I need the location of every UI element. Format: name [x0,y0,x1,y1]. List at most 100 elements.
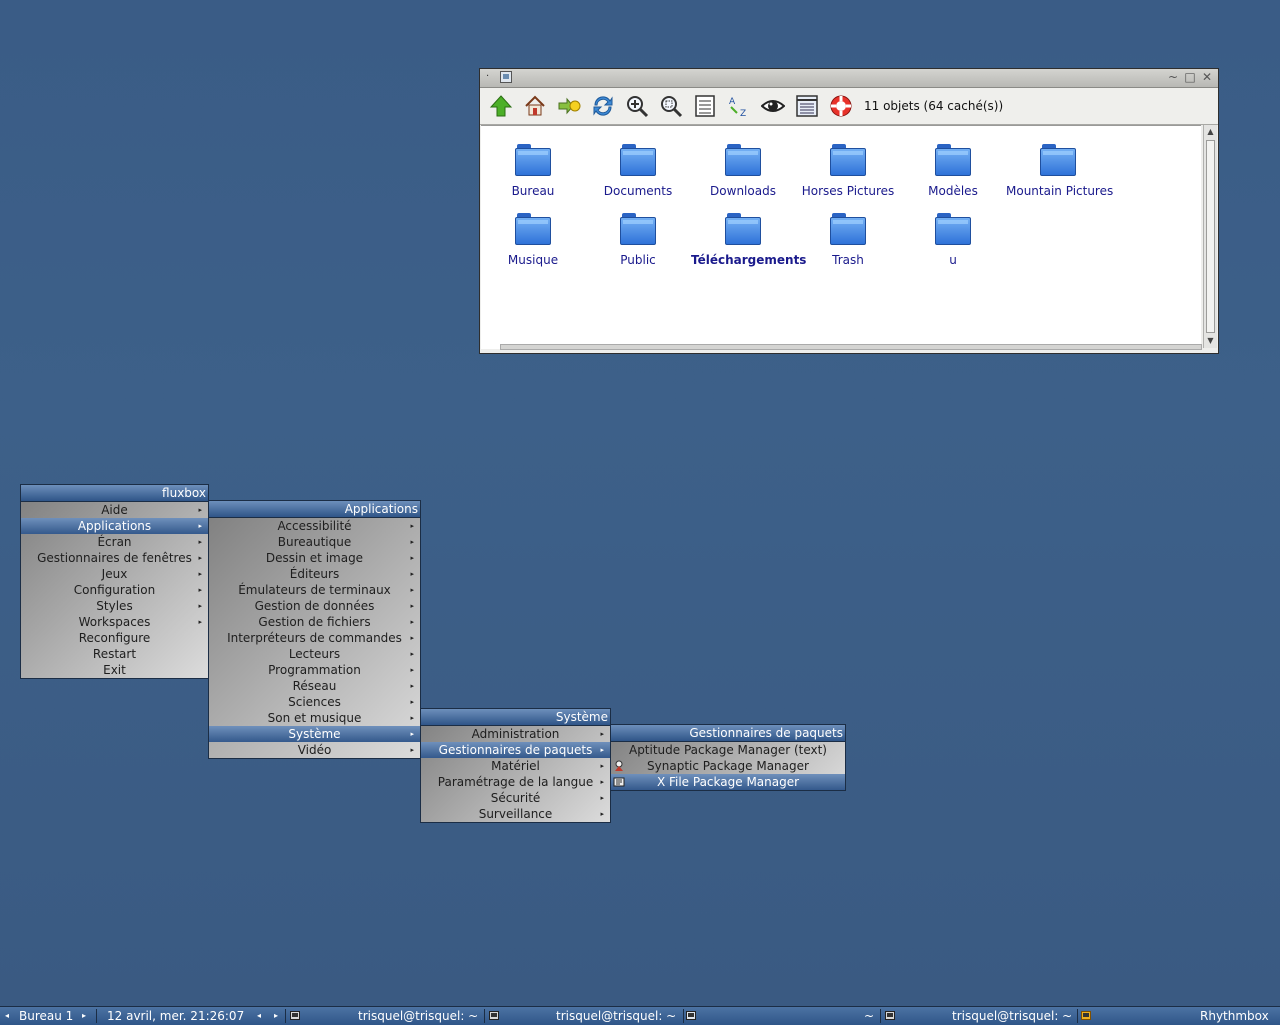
submenu-arrow-icon: ▸ [198,522,202,530]
applications-menu-item[interactable]: Réseau ▸ [209,678,420,694]
submenu-arrow-icon: ▸ [410,602,414,610]
zoom-in-button[interactable] [622,92,652,120]
home-button[interactable] [520,92,550,120]
svg-text:Z: Z [740,109,746,118]
folder-item[interactable]: u [901,213,1005,267]
show-hidden-icon [761,100,785,112]
folder-item[interactable]: Trash [796,213,900,267]
task-terminal-3[interactable]: trisquel@trisquel: ~ [881,1007,1077,1025]
applications-menu-item[interactable]: Éditeurs ▸ [209,566,420,582]
go-to-button[interactable] [554,92,584,120]
package-menu-item[interactable]: Aptitude Package Manager (text) [611,742,845,758]
window-menu-button[interactable]: · [486,71,489,82]
applications-menu-item[interactable]: Émulateurs de terminaux ▸ [209,582,420,598]
menu-item-label: Dessin et image [265,551,364,565]
root-menu-item[interactable]: Gestionnaires de fenêtres ▸ [21,550,208,566]
zoom-fit-button[interactable] [656,92,686,120]
applications-menu-item[interactable]: Programmation ▸ [209,662,420,678]
folder-item[interactable]: Bureau [481,144,585,198]
folder-item[interactable]: Public [586,213,690,267]
applications-menu-item[interactable]: Gestion de données ▸ [209,598,420,614]
sort-button[interactable]: AZ [724,92,754,120]
task-terminal-2[interactable]: trisquel@trisquel: ~ [485,1007,683,1025]
task-label: trisquel@trisquel: ~ [556,1009,677,1023]
applications-menu-item[interactable]: Son et musique ▸ [209,710,420,726]
menu-item-label: Réseau [292,679,337,693]
folder-label: Trash [832,253,864,267]
folder-icon [830,144,866,176]
vertical-scrollbar[interactable]: ▲ ▼ [1203,125,1217,348]
folder-item[interactable]: Downloads [691,144,795,198]
file-list[interactable]: Bureau Documents Downloads Horses Pictures M… [481,125,1201,349]
menu-item-label: Reconfigure [78,631,151,645]
root-menu-item[interactable]: Workspaces ▸ [21,614,208,630]
folder-item[interactable]: Modèles [901,144,1005,198]
horizontal-scrollbar[interactable] [500,344,1202,350]
systeme-menu-item[interactable]: Sécurité ▸ [421,790,610,806]
menu-item-label: Applications [77,519,152,533]
root-menu-item[interactable]: Jeux ▸ [21,566,208,582]
applications-menu-item[interactable]: Vidéo ▸ [209,742,420,758]
root-menu-item[interactable]: Configuration ▸ [21,582,208,598]
package-menu-item[interactable]: Synaptic Package Manager [611,758,845,774]
applications-menu-item[interactable]: Gestion de fichiers ▸ [209,614,420,630]
submenu-arrow-icon: ▸ [410,618,414,626]
scrollbar-thumb[interactable] [1206,140,1215,333]
applications-menu-item[interactable]: Accessibilité ▸ [209,518,420,534]
submenu-arrow-icon: ▸ [410,522,414,530]
root-menu-item[interactable]: Exit [21,662,208,678]
detail-view-icon [796,95,818,117]
systeme-menu-item[interactable]: Surveillance ▸ [421,806,610,822]
list-view-button[interactable] [690,92,720,120]
folder-item[interactable]: Horses Pictures [796,144,900,198]
workspace-name[interactable]: Bureau 1 [19,1007,73,1025]
task-file-manager[interactable]: ~ [684,1007,880,1025]
systeme-menu-item[interactable]: Paramétrage de la langue ▸ [421,774,610,790]
root-menu-item[interactable]: Applications ▸ [21,518,208,534]
root-menu-item[interactable]: Aide ▸ [21,502,208,518]
refresh-button[interactable] [588,92,618,120]
window-prev-button[interactable]: ◂ [257,1007,261,1025]
up-button[interactable] [486,92,516,120]
folder-item[interactable]: Mountain Pictures [1006,144,1113,198]
detail-view-button[interactable] [792,92,822,120]
root-menu-item[interactable]: Styles ▸ [21,598,208,614]
workspace-next-button[interactable]: ▸ [82,1007,86,1025]
window-next-button[interactable]: ▸ [274,1007,278,1025]
task-label: Rhythmbox [1200,1009,1269,1023]
minimize-button[interactable]: ~ [1166,70,1180,84]
scroll-up-arrow[interactable]: ▲ [1204,125,1217,139]
root-menu-item[interactable]: Restart [21,646,208,662]
folder-item[interactable]: Musique [481,213,585,267]
folder-icon [725,144,761,176]
menu-item-label: Gestion de données [254,599,375,613]
scroll-down-arrow[interactable]: ▼ [1204,334,1217,348]
submenu-arrow-icon: ▸ [410,586,414,594]
systeme-menu-item[interactable]: Gestionnaires de paquets ▸ [421,742,610,758]
window-titlebar[interactable]: · ~ □ ✕ [480,69,1218,88]
root-menu-item[interactable]: Reconfigure [21,630,208,646]
applications-menu-item[interactable]: Interpréteurs de commandes ▸ [209,630,420,646]
submenu-arrow-icon: ▸ [410,730,414,738]
applications-menu-item[interactable]: Sciences ▸ [209,694,420,710]
close-button[interactable]: ✕ [1200,70,1214,84]
menu-item-label: Matériel [491,759,540,773]
task-terminal-1[interactable]: trisquel@trisquel: ~ [286,1007,484,1025]
folder-item[interactable]: Téléchargements [691,213,806,267]
submenu-arrow-icon: ▸ [198,554,202,562]
maximize-button[interactable]: □ [1183,70,1197,84]
applications-menu-item[interactable]: Bureautique ▸ [209,534,420,550]
systeme-menu-item[interactable]: Matériel ▸ [421,758,610,774]
applications-menu-item[interactable]: Lecteurs ▸ [209,646,420,662]
applications-menu-item[interactable]: Dessin et image ▸ [209,550,420,566]
workspace-prev-button[interactable]: ◂ [5,1007,9,1025]
root-menu-item[interactable]: Écran ▸ [21,534,208,550]
systeme-menu-item[interactable]: Administration ▸ [421,726,610,742]
folder-item[interactable]: Documents [586,144,690,198]
show-hidden-button[interactable] [758,92,788,120]
help-button[interactable] [826,92,856,120]
package-menu-item[interactable]: X File Package Manager [611,774,845,790]
task-rhythmbox[interactable]: Rhythmbox [1078,1007,1278,1025]
submenu-arrow-icon: ▸ [410,666,414,674]
applications-menu-item[interactable]: Système ▸ [209,726,420,742]
